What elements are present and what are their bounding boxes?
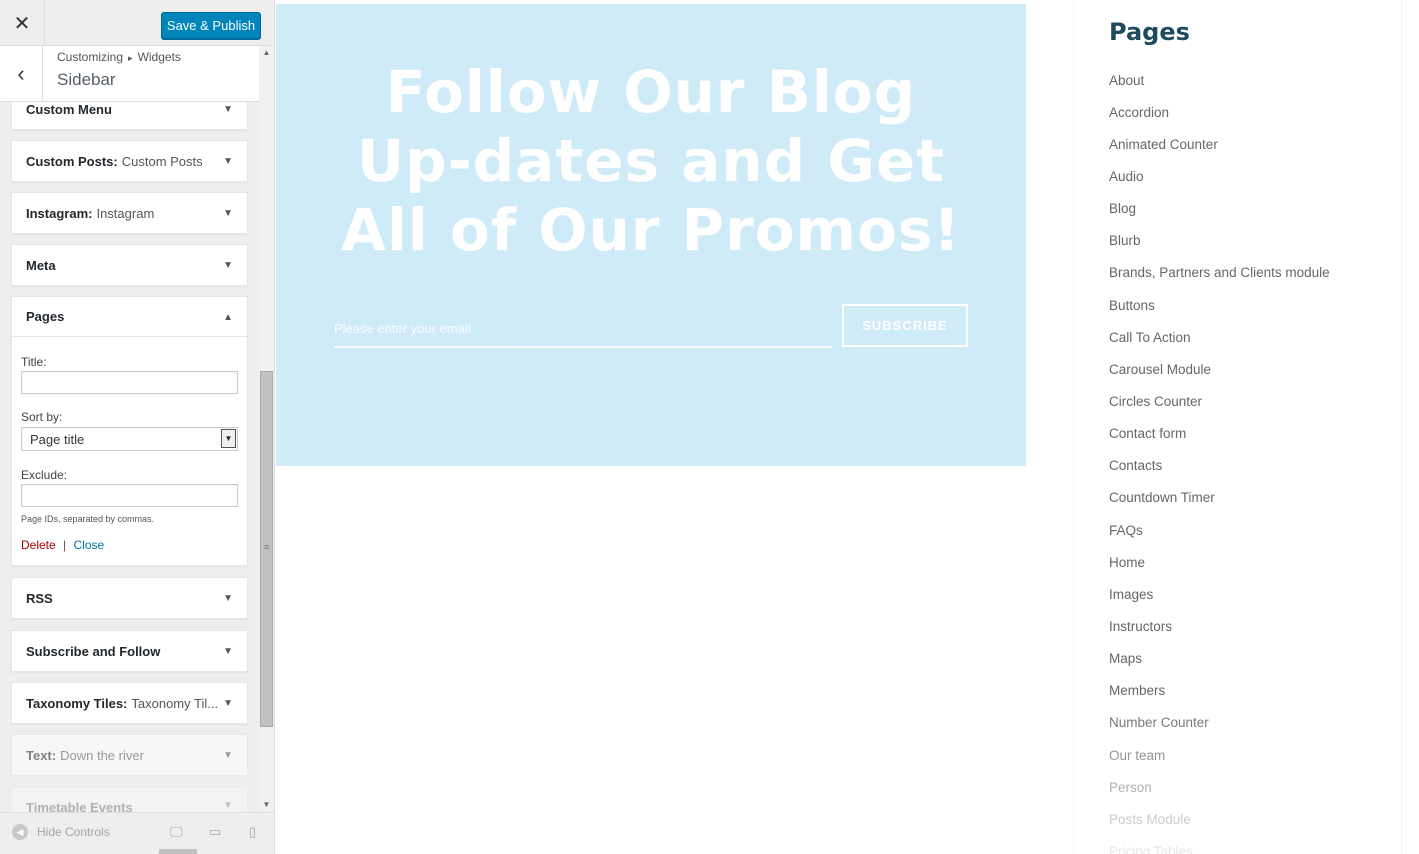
collapse-arrow-icon[interactable]: ▲ xyxy=(223,297,233,337)
page-link-item[interactable]: Maps xyxy=(1109,643,1330,675)
expand-arrow-icon[interactable]: ▼ xyxy=(223,193,233,233)
page-link-item[interactable]: About xyxy=(1109,64,1330,96)
page-link-item[interactable]: Contacts xyxy=(1109,450,1330,482)
widget-title: Custom Menu xyxy=(26,101,112,117)
scroll-up-arrow-icon[interactable]: ▲ xyxy=(259,46,274,60)
hide-controls-label: Hide Controls xyxy=(37,825,110,839)
breadcrumb: Customizing ▸ Widgets xyxy=(57,50,181,64)
widget-meta[interactable]: Meta ▼ xyxy=(11,244,248,286)
page-link-item[interactable]: Accordion xyxy=(1109,96,1330,128)
widget-actions: Delete | Close xyxy=(21,538,104,552)
sidebar-divider xyxy=(1073,0,1075,854)
expand-arrow-icon[interactable]: ▼ xyxy=(223,800,233,811)
exclude-input[interactable] xyxy=(21,484,238,507)
pages-widget-preview: Pages About Accordion Animated Counter Audi… xyxy=(1109,0,1399,854)
page-link-item[interactable]: FAQs xyxy=(1109,514,1330,546)
widget-title: Meta xyxy=(26,257,56,273)
widget-subscribe-follow[interactable]: Subscribe and Follow ▼ xyxy=(11,630,248,672)
resize-handle[interactable] xyxy=(159,849,197,854)
exclude-help-text: Page IDs, separated by commas. xyxy=(21,514,155,524)
page-link-item[interactable]: Instructors xyxy=(1109,610,1330,642)
pages-title: Pages xyxy=(1109,18,1190,46)
widget-title: Custom Posts: xyxy=(26,153,118,169)
email-input[interactable]: Please enter your email xyxy=(334,310,832,348)
subscribe-button[interactable]: SUBSCRIBE xyxy=(842,304,968,347)
save-publish-button[interactable]: Save & Publish xyxy=(161,12,261,39)
widget-subtitle: Instagram xyxy=(96,205,155,221)
page-link-item[interactable]: Circles Counter xyxy=(1109,385,1330,417)
dropdown-arrow-icon[interactable]: ▼ xyxy=(221,429,236,448)
sort-by-select[interactable]: Page title ▼ xyxy=(21,427,238,451)
fade-overlay xyxy=(1109,700,1399,854)
title-input[interactable] xyxy=(21,371,238,394)
scrollbar-thumb[interactable]: ≡ xyxy=(260,371,273,727)
expand-arrow-icon[interactable]: ▼ xyxy=(223,631,233,671)
page-link-item[interactable]: Carousel Module xyxy=(1109,353,1330,385)
expand-arrow-icon[interactable]: ▼ xyxy=(223,735,233,775)
breadcrumb-root: Customizing xyxy=(57,50,124,64)
widget-title: Instagram: xyxy=(26,205,93,221)
close-icon: ✕ xyxy=(13,12,31,35)
promo-section: Follow Our Blog Up-dates and Get All of … xyxy=(276,4,1026,466)
expand-arrow-icon[interactable]: ▼ xyxy=(223,245,233,285)
hide-controls-button[interactable]: ◀ Hide Controls xyxy=(12,824,110,840)
widget-title: Taxonomy Tiles: xyxy=(26,695,128,711)
widget-rss[interactable]: RSS ▼ xyxy=(11,577,248,619)
preview-scrollbar[interactable] xyxy=(1401,0,1419,854)
chevron-left-icon: ‹ xyxy=(17,61,25,86)
expand-arrow-icon[interactable]: ▼ xyxy=(223,141,233,181)
expand-arrow-icon[interactable]: ▼ xyxy=(223,578,233,618)
widget-pages: Pages ▲ Title: Sort by: Page title ▼ Exc… xyxy=(11,296,248,566)
title-label: Title: xyxy=(21,355,47,369)
controls-scrollbar[interactable]: ▲ ≡ ▼ xyxy=(259,46,274,812)
widget-subtitle: Down the river xyxy=(60,747,144,763)
page-link-item[interactable]: Blurb xyxy=(1109,225,1330,257)
widget-title: Subscribe and Follow xyxy=(26,643,161,659)
mobile-preview-icon[interactable]: ▯ xyxy=(249,824,256,840)
widget-title: Text: xyxy=(26,747,57,763)
close-link[interactable]: Close xyxy=(74,538,105,552)
customizer-controls: Custom Menu ▼ Custom Posts: Custom Posts… xyxy=(0,0,275,854)
widget-subtitle: Taxonomy Til... xyxy=(131,695,219,711)
widget-text[interactable]: Text: Down the river ▼ xyxy=(11,734,248,776)
widget-pages-header[interactable]: Pages ▲ xyxy=(12,297,247,337)
delete-link[interactable]: Delete xyxy=(21,538,56,552)
widget-title: Pages xyxy=(26,309,65,324)
breadcrumb-separator-icon: ▸ xyxy=(128,53,133,63)
widget-custom-posts[interactable]: Custom Posts: Custom Posts ▼ xyxy=(11,140,248,182)
widget-taxonomy-tiles[interactable]: Taxonomy Tiles: Taxonomy Til... ▼ xyxy=(11,682,248,724)
widget-title: RSS xyxy=(26,590,53,606)
customizer-topbar: ✕ Save & Publish xyxy=(0,0,274,46)
page-link-item[interactable]: Countdown Timer xyxy=(1109,482,1330,514)
page-link-item[interactable]: Brands, Partners and Clients module xyxy=(1109,257,1330,289)
page-link-item[interactable]: Call To Action xyxy=(1109,321,1330,353)
back-button[interactable]: ‹ xyxy=(0,46,43,102)
page-link-item[interactable]: Contact form xyxy=(1109,418,1330,450)
page-link-item[interactable]: Buttons xyxy=(1109,289,1330,321)
site-preview: Follow Our Blog Up-dates and Get All of … xyxy=(275,0,1419,854)
widget-subtitle: Custom Posts xyxy=(121,153,203,169)
page-link-item[interactable]: Audio xyxy=(1109,160,1330,192)
tablet-preview-icon[interactable]: ▭ xyxy=(209,824,221,840)
sort-by-label: Sort by: xyxy=(21,410,63,424)
actions-separator: | xyxy=(63,538,67,552)
section-title: Sidebar xyxy=(57,70,116,89)
page-link-item[interactable]: Images xyxy=(1109,578,1330,610)
expand-arrow-icon[interactable]: ▼ xyxy=(223,683,233,723)
page-link-item[interactable]: Blog xyxy=(1109,193,1330,225)
close-customizer-button[interactable]: ✕ xyxy=(0,0,45,46)
customizer-footer: ◀ Hide Controls 🖵 ▭ ▯ xyxy=(0,812,274,854)
exclude-label: Exclude: xyxy=(21,468,68,482)
promo-heading: Follow Our Blog Up-dates and Get All of … xyxy=(341,58,961,264)
scroll-down-arrow-icon[interactable]: ▼ xyxy=(259,798,274,812)
section-header: ‹ Customizing ▸ Widgets Sidebar xyxy=(0,46,260,102)
widget-instagram[interactable]: Instagram: Instagram ▼ xyxy=(11,192,248,234)
sort-by-value: Page title xyxy=(30,431,85,447)
page-link-item[interactable]: Home xyxy=(1109,546,1330,578)
collapse-icon: ◀ xyxy=(12,824,28,840)
desktop-preview-icon[interactable]: 🖵 xyxy=(170,824,183,840)
breadcrumb-child: Widgets xyxy=(137,50,181,64)
page-link-item[interactable]: Animated Counter xyxy=(1109,128,1330,160)
grip-icon: ≡ xyxy=(264,542,270,552)
